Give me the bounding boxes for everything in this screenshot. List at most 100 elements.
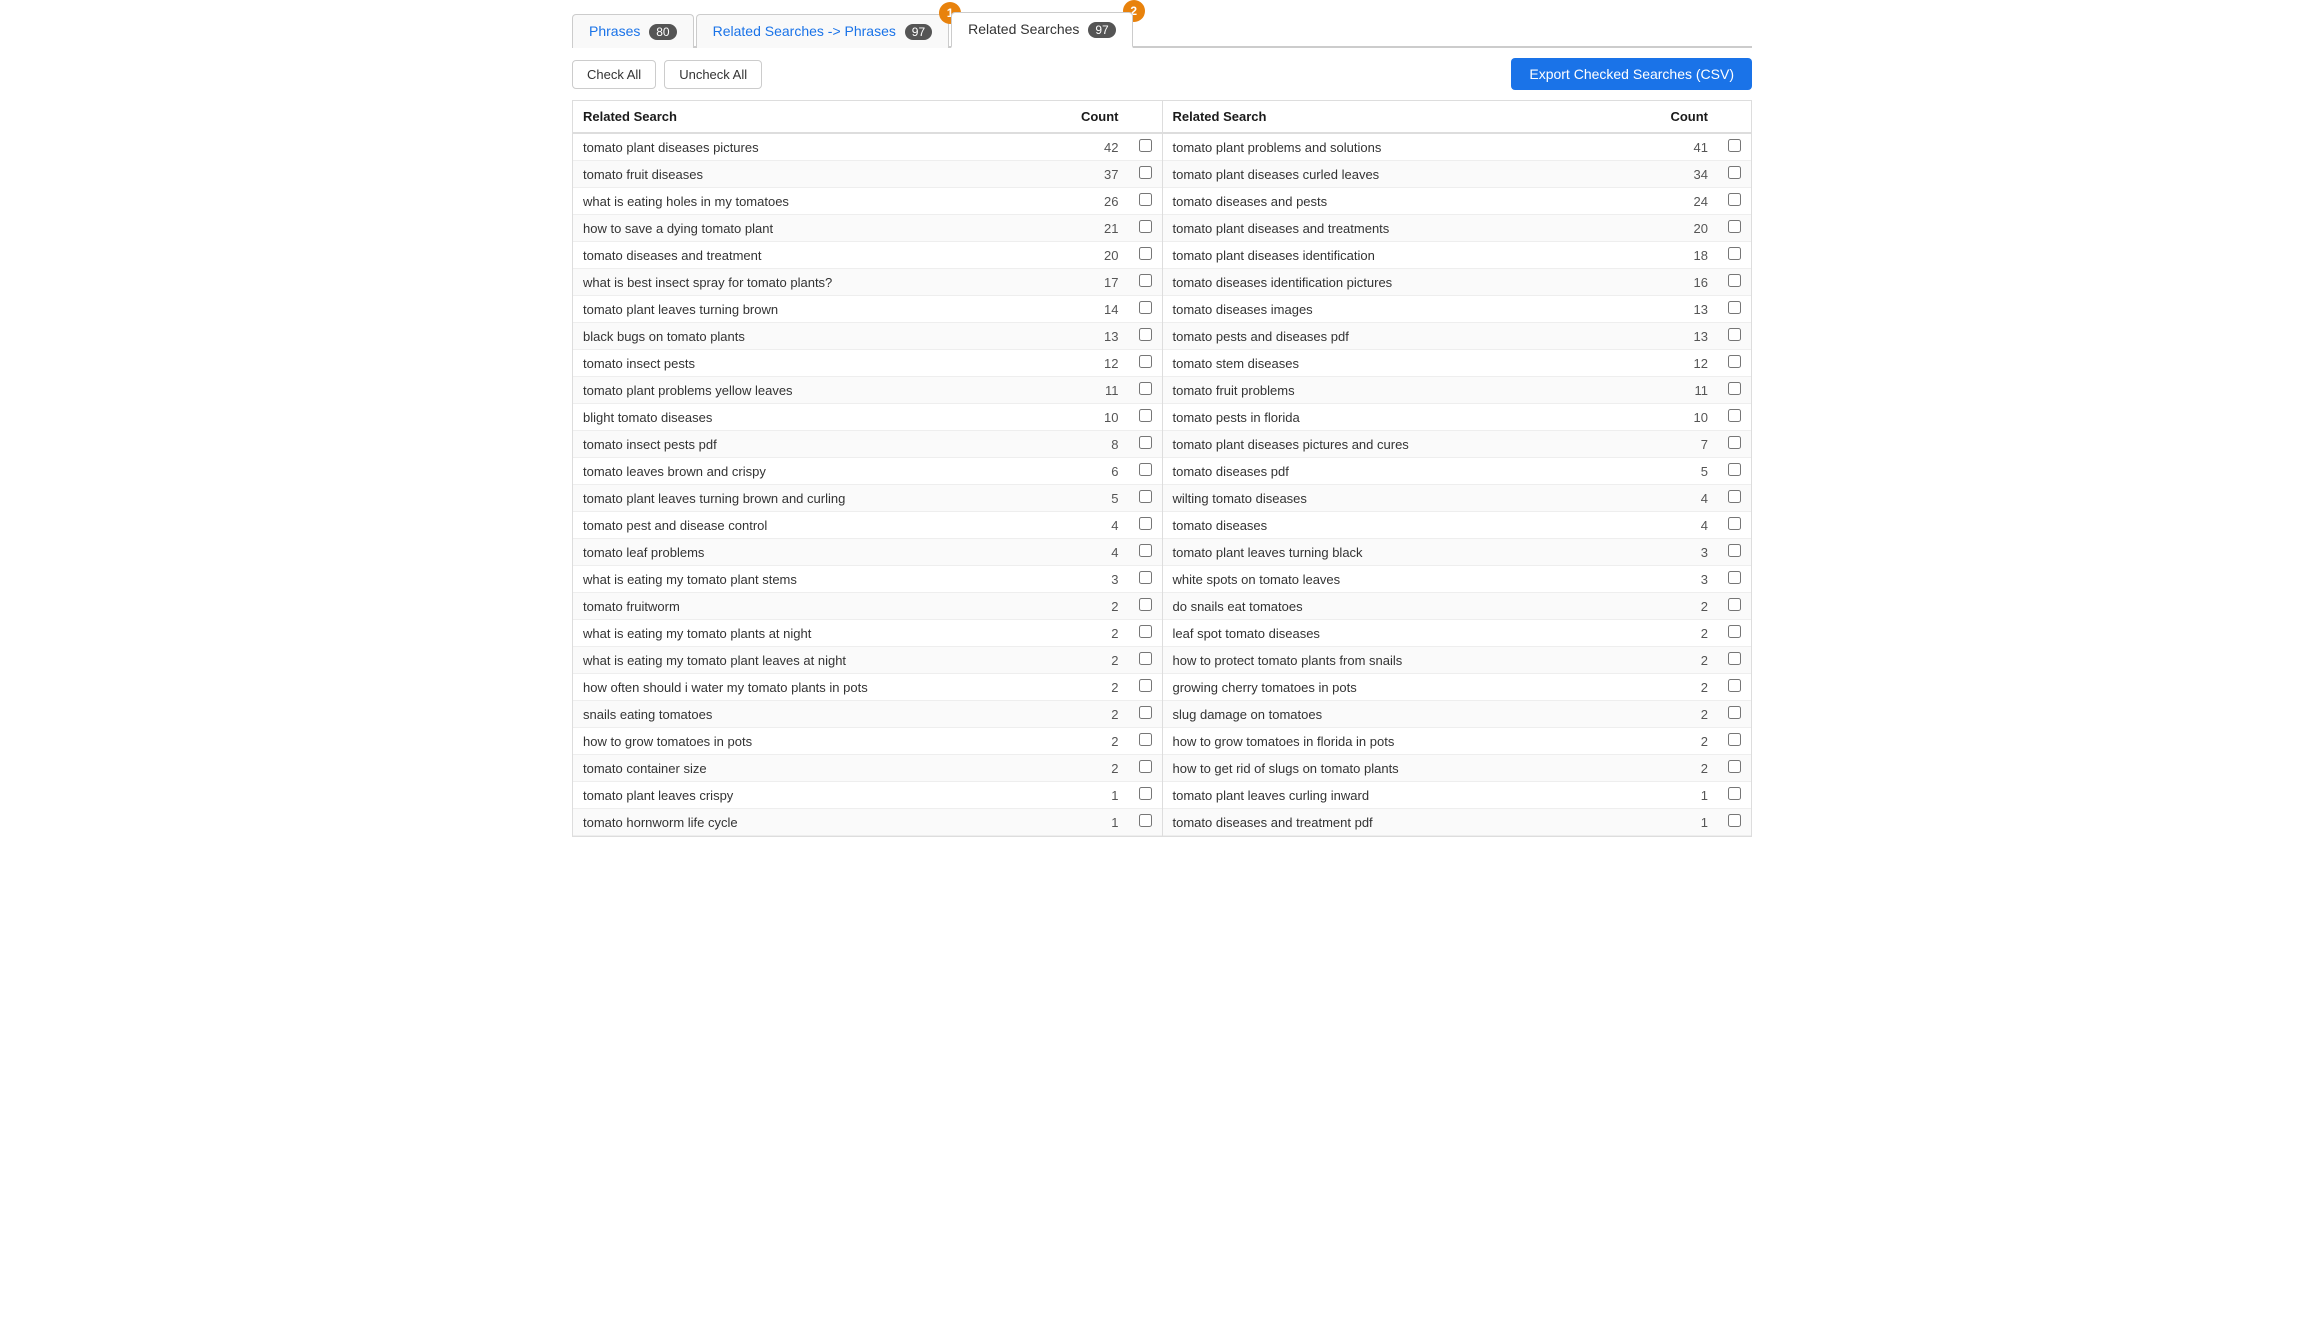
left-check-cell[interactable] xyxy=(1129,350,1162,377)
right-check-cell[interactable] xyxy=(1718,539,1751,566)
left-checkbox-9[interactable] xyxy=(1139,382,1152,395)
right-check-cell[interactable] xyxy=(1718,296,1751,323)
left-check-cell[interactable] xyxy=(1129,701,1162,728)
left-checkbox-2[interactable] xyxy=(1139,193,1152,206)
right-checkbox-1[interactable] xyxy=(1728,166,1741,179)
left-checkbox-3[interactable] xyxy=(1139,220,1152,233)
right-checkbox-0[interactable] xyxy=(1728,139,1741,152)
right-checkbox-16[interactable] xyxy=(1728,571,1741,584)
right-checkbox-22[interactable] xyxy=(1728,733,1741,746)
right-check-cell[interactable] xyxy=(1718,350,1751,377)
left-checkbox-10[interactable] xyxy=(1139,409,1152,422)
left-check-cell[interactable] xyxy=(1129,188,1162,215)
right-check-cell[interactable] xyxy=(1718,674,1751,701)
right-checkbox-2[interactable] xyxy=(1728,193,1741,206)
right-check-cell[interactable] xyxy=(1718,647,1751,674)
right-check-cell[interactable] xyxy=(1718,377,1751,404)
left-checkbox-13[interactable] xyxy=(1139,490,1152,503)
right-check-cell[interactable] xyxy=(1718,782,1751,809)
left-checkbox-17[interactable] xyxy=(1139,598,1152,611)
right-check-cell[interactable] xyxy=(1718,485,1751,512)
right-checkbox-3[interactable] xyxy=(1728,220,1741,233)
right-checkbox-14[interactable] xyxy=(1728,517,1741,530)
left-checkbox-23[interactable] xyxy=(1139,760,1152,773)
right-check-cell[interactable] xyxy=(1718,566,1751,593)
left-check-cell[interactable] xyxy=(1129,269,1162,296)
right-checkbox-6[interactable] xyxy=(1728,301,1741,314)
right-checkbox-19[interactable] xyxy=(1728,652,1741,665)
right-checkbox-25[interactable] xyxy=(1728,814,1741,827)
right-check-cell[interactable] xyxy=(1718,269,1751,296)
left-check-cell[interactable] xyxy=(1129,377,1162,404)
right-check-cell[interactable] xyxy=(1718,161,1751,188)
right-checkbox-9[interactable] xyxy=(1728,382,1741,395)
right-check-cell[interactable] xyxy=(1718,188,1751,215)
left-check-cell[interactable] xyxy=(1129,674,1162,701)
left-check-cell[interactable] xyxy=(1129,647,1162,674)
right-checkbox-10[interactable] xyxy=(1728,409,1741,422)
left-check-cell[interactable] xyxy=(1129,296,1162,323)
left-checkbox-15[interactable] xyxy=(1139,544,1152,557)
right-check-cell[interactable] xyxy=(1718,755,1751,782)
left-check-cell[interactable] xyxy=(1129,539,1162,566)
left-check-cell[interactable] xyxy=(1129,566,1162,593)
left-check-cell[interactable] xyxy=(1129,485,1162,512)
right-check-cell[interactable] xyxy=(1718,215,1751,242)
right-checkbox-5[interactable] xyxy=(1728,274,1741,287)
right-check-cell[interactable] xyxy=(1718,458,1751,485)
right-check-cell[interactable] xyxy=(1718,242,1751,269)
left-checkbox-1[interactable] xyxy=(1139,166,1152,179)
left-check-cell[interactable] xyxy=(1129,431,1162,458)
left-checkbox-21[interactable] xyxy=(1139,706,1152,719)
left-check-cell[interactable] xyxy=(1129,323,1162,350)
right-checkbox-17[interactable] xyxy=(1728,598,1741,611)
left-check-cell[interactable] xyxy=(1129,782,1162,809)
left-check-cell[interactable] xyxy=(1129,512,1162,539)
right-checkbox-11[interactable] xyxy=(1728,436,1741,449)
left-checkbox-24[interactable] xyxy=(1139,787,1152,800)
left-check-cell[interactable] xyxy=(1129,458,1162,485)
left-check-cell[interactable] xyxy=(1129,242,1162,269)
left-check-cell[interactable] xyxy=(1129,620,1162,647)
left-checkbox-8[interactable] xyxy=(1139,355,1152,368)
right-check-cell[interactable] xyxy=(1718,620,1751,647)
left-check-cell[interactable] xyxy=(1129,809,1162,836)
left-check-cell[interactable] xyxy=(1129,593,1162,620)
left-checkbox-4[interactable] xyxy=(1139,247,1152,260)
right-check-cell[interactable] xyxy=(1718,404,1751,431)
right-checkbox-21[interactable] xyxy=(1728,706,1741,719)
left-check-cell[interactable] xyxy=(1129,133,1162,161)
left-checkbox-14[interactable] xyxy=(1139,517,1152,530)
right-check-cell[interactable] xyxy=(1718,323,1751,350)
left-checkbox-20[interactable] xyxy=(1139,679,1152,692)
right-check-cell[interactable] xyxy=(1718,512,1751,539)
right-check-cell[interactable] xyxy=(1718,728,1751,755)
right-check-cell[interactable] xyxy=(1718,431,1751,458)
left-checkbox-18[interactable] xyxy=(1139,625,1152,638)
check-all-button[interactable]: Check All xyxy=(572,60,656,89)
left-checkbox-5[interactable] xyxy=(1139,274,1152,287)
left-checkbox-25[interactable] xyxy=(1139,814,1152,827)
right-checkbox-23[interactable] xyxy=(1728,760,1741,773)
tab-phrases[interactable]: Phrases 80 xyxy=(572,14,694,48)
left-checkbox-6[interactable] xyxy=(1139,301,1152,314)
right-checkbox-18[interactable] xyxy=(1728,625,1741,638)
left-checkbox-16[interactable] xyxy=(1139,571,1152,584)
left-checkbox-12[interactable] xyxy=(1139,463,1152,476)
tab-related-to-phrases[interactable]: Related Searches -> Phrases 97 xyxy=(696,14,950,48)
right-check-cell[interactable] xyxy=(1718,809,1751,836)
right-checkbox-15[interactable] xyxy=(1728,544,1741,557)
left-checkbox-7[interactable] xyxy=(1139,328,1152,341)
right-checkbox-8[interactable] xyxy=(1728,355,1741,368)
left-checkbox-11[interactable] xyxy=(1139,436,1152,449)
left-check-cell[interactable] xyxy=(1129,728,1162,755)
right-checkbox-4[interactable] xyxy=(1728,247,1741,260)
right-checkbox-13[interactable] xyxy=(1728,490,1741,503)
right-checkbox-20[interactable] xyxy=(1728,679,1741,692)
left-checkbox-19[interactable] xyxy=(1139,652,1152,665)
right-check-cell[interactable] xyxy=(1718,593,1751,620)
left-check-cell[interactable] xyxy=(1129,161,1162,188)
left-checkbox-0[interactable] xyxy=(1139,139,1152,152)
right-checkbox-7[interactable] xyxy=(1728,328,1741,341)
right-check-cell[interactable] xyxy=(1718,701,1751,728)
